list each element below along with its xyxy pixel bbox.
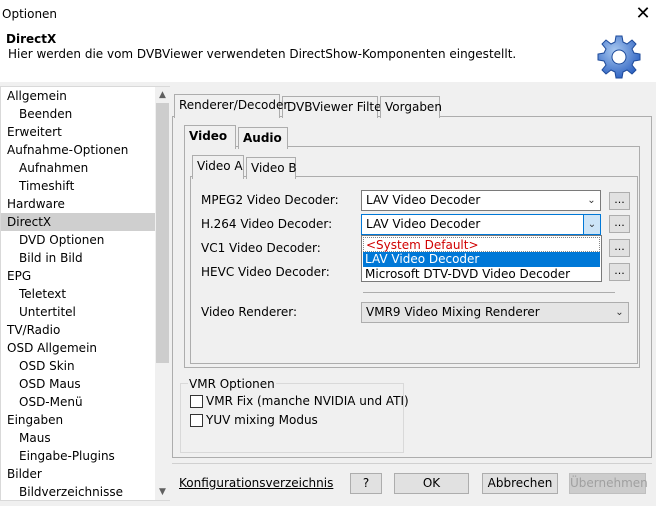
mpeg2-decoder-select[interactable]: LAV Video Decoder ⌄ [361, 190, 601, 211]
sidebar-item[interactable]: Hardware [1, 195, 155, 213]
sidebar-item[interactable]: Bild in Bild [1, 249, 155, 267]
sidebar-item[interactable]: OSD Maus [1, 375, 155, 393]
h264-decoder-settings-button[interactable]: ... [609, 215, 630, 233]
sidebar-item[interactable]: Aufnahme-Optionen [1, 141, 155, 159]
sidebar-item[interactable]: TV/Radio [1, 321, 155, 339]
tab-vorgaben[interactable]: Vorgaben [380, 96, 442, 118]
dropdown-option[interactable]: Microsoft DTV-DVD Video Decoder [363, 267, 600, 282]
sidebar-item[interactable]: OSD Skin [1, 357, 155, 375]
sidebar-item[interactable]: EPG [1, 267, 155, 285]
mpeg2-decoder-settings-button[interactable]: ... [609, 192, 630, 210]
vc1-decoder-settings-button[interactable]: ... [609, 239, 630, 257]
page-title: DirectX [6, 32, 57, 46]
video-renderer-select[interactable]: VMR9 Video Mixing Renderer ⌄ [361, 302, 629, 323]
video-renderer-value: VMR9 Video Mixing Renderer [366, 305, 540, 319]
sidebar-item[interactable]: Untertitel [1, 303, 155, 321]
mpeg2-decoder-value: LAV Video Decoder [366, 193, 481, 207]
hevc-decoder-label: HEVC Video Decoder: [201, 265, 330, 279]
help-button[interactable]: ? [350, 473, 382, 494]
vmr-options-title: VMR Optionen [188, 377, 276, 391]
sidebar-item[interactable]: Allgemein [1, 87, 155, 105]
sidebar-item[interactable]: Bildverzeichnisse [1, 483, 155, 500]
category-tree[interactable]: Allgemein Beenden Erweitert Aufnahme-Option… [0, 86, 170, 501]
sidebar-scroll-thumb[interactable] [156, 103, 169, 363]
video-renderer-label: Video Renderer: [201, 305, 298, 319]
tab-video-a[interactable]: Video A [192, 155, 244, 179]
sidebar-item[interactable]: Eingaben [1, 411, 155, 429]
sidebar-item[interactable]: Erweitert [1, 123, 155, 141]
gear-icon [597, 35, 641, 79]
separator-line [363, 292, 615, 293]
footer-divider [172, 463, 652, 464]
sidebar-item[interactable]: Bilder [1, 465, 155, 483]
sidebar-item[interactable]: Beenden [1, 105, 155, 123]
cancel-button[interactable]: Abbrechen [482, 473, 558, 494]
vmr-fix-checkbox[interactable] [190, 395, 203, 408]
sidebar-item[interactable]: Teletext [1, 285, 155, 303]
sidebar-item[interactable]: OSD Allgemein [1, 339, 155, 357]
dropdown-option[interactable]: <System Default> [363, 237, 600, 252]
tab-video-b[interactable]: Video B [246, 157, 297, 179]
tab-dvbviewer-filter[interactable]: DVBViewer Filter [282, 96, 386, 118]
page-description: Hier werden die vom DVBViewer verwendete… [8, 47, 517, 61]
sidebar-item[interactable]: Aufnahmen [1, 159, 155, 177]
sidebar-item[interactable]: DVD Optionen [1, 231, 155, 249]
title-bar: Optionen ✕ [0, 0, 656, 30]
close-icon[interactable]: ✕ [634, 4, 652, 24]
vc1-decoder-label: VC1 Video Decoder: [201, 241, 321, 255]
h264-decoder-value: LAV Video Decoder [366, 217, 481, 231]
tab-audio[interactable]: Audio [238, 127, 288, 149]
hevc-decoder-settings-button[interactable]: ... [609, 263, 630, 281]
sidebar-item[interactable]: Eingabe-Plugins [1, 447, 155, 465]
dropdown-option-selected[interactable]: LAV Video Decoder [363, 252, 600, 267]
apply-button[interactable]: Übernehmen [569, 473, 648, 494]
sidebar-item[interactable]: Maus [1, 429, 155, 447]
vmr-fix-label: VMR Fix (manche NVIDIA und ATI) [206, 394, 409, 408]
h264-decoder-dropdown-list[interactable]: <System Default> LAV Video Decoder Micro… [361, 235, 602, 282]
sidebar-item[interactable]: Timeshift [1, 177, 155, 195]
yuv-mixing-checkbox[interactable] [190, 414, 203, 427]
scroll-up-icon[interactable]: ▲ [155, 87, 170, 103]
config-directory-link[interactable]: Konfigurationsverzeichnis [179, 476, 333, 490]
h264-decoder-label: H.264 Video Decoder: [201, 217, 333, 231]
tab-video[interactable]: Video [184, 125, 236, 149]
ok-button[interactable]: OK [394, 473, 469, 494]
sidebar-item[interactable]: OSD-Menü [1, 393, 155, 411]
h264-decoder-select[interactable]: LAV Video Decoder ⌄ [361, 214, 601, 235]
mpeg2-decoder-label: MPEG2 Video Decoder: [201, 193, 339, 207]
tab-renderer-decoder[interactable]: Renderer/Decoder [174, 94, 288, 118]
page-header: DirectX Hier werden die vom DVBViewer ve… [0, 30, 656, 82]
chevron-down-icon: ⌄ [587, 195, 596, 206]
window-title: Optionen [2, 7, 58, 21]
scroll-down-icon[interactable]: ▼ [155, 484, 170, 500]
sidebar-item[interactable]: DirectX [1, 213, 155, 231]
yuv-mixing-label: YUV mixing Modus [206, 413, 318, 427]
chevron-down-icon: ⌄ [611, 303, 628, 322]
chevron-down-icon: ⌄ [583, 215, 600, 234]
